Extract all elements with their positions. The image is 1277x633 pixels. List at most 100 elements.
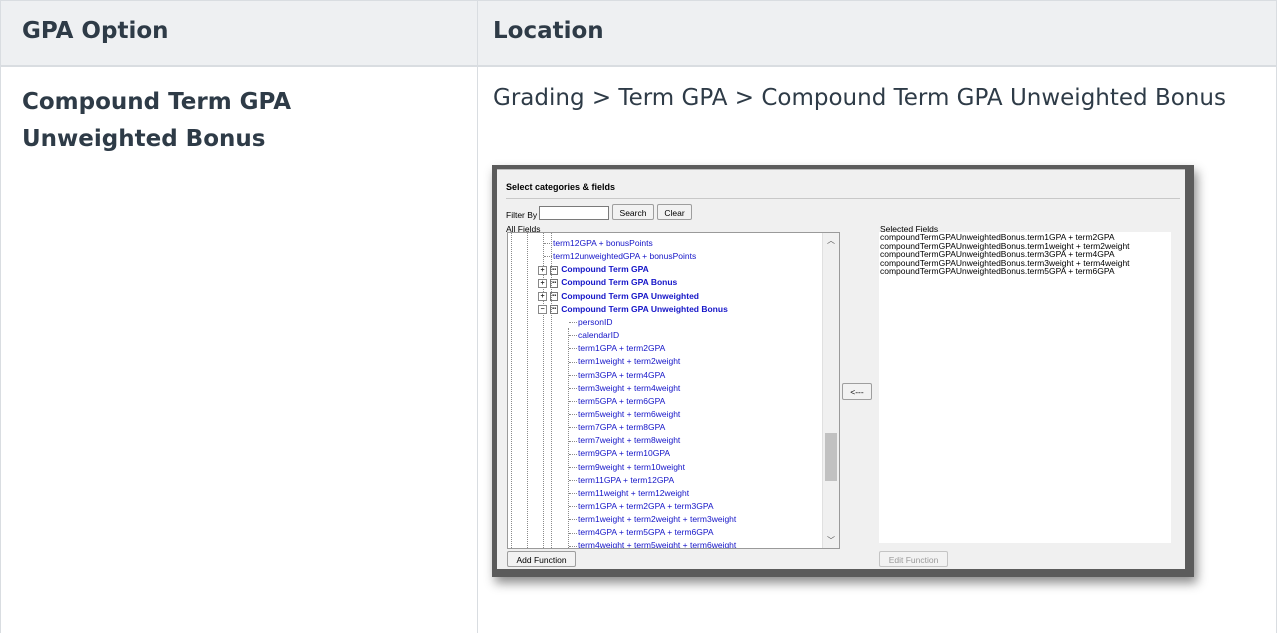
tree-field-item[interactable]: term1GPA + term2GPA [569, 342, 665, 355]
tree-connector [569, 493, 577, 495]
plus-box-icon[interactable]: + [538, 291, 547, 301]
tree-item-label: personID [578, 316, 613, 327]
dialog-divider [506, 198, 1180, 199]
tree-group-item[interactable]: + ▪▪ Compound Term GPA Bonus [538, 276, 677, 289]
tree-field-item[interactable]: term9weight + term10weight [569, 461, 685, 474]
tree-item-label: Compound Term GPA Bonus [561, 277, 678, 288]
tree-field-item[interactable]: term5GPA + term6GPA [569, 395, 665, 408]
tree-field-item[interactable]: calendarID [569, 329, 619, 342]
clear-button[interactable]: Clear [657, 204, 692, 220]
tree-item-label: term1GPA + term2GPA [578, 343, 666, 354]
add-function-button[interactable]: Add Function [507, 551, 576, 567]
selected-field-item[interactable]: compoundTermGPAUnweightedBonus.term5GPA … [880, 266, 1115, 276]
dialog-top-border [497, 169, 1185, 170]
gpa-option-cell: Compound Term GPA Unweighted Bonus [22, 89, 292, 152]
tree-field-item[interactable]: term12GPA + bonusPoints [544, 237, 653, 250]
location-cell: Grading > Term GPA > Compound Term GPA U… [493, 85, 1226, 111]
tree-connector [569, 401, 577, 403]
tree-item-label: Compound Term GPA Unweighted [561, 290, 699, 301]
tree-item-label: term12GPA + bonusPoints [553, 238, 653, 248]
tree-field-item[interactable]: term3weight + term4weight [569, 382, 680, 395]
tree-group-item[interactable]: + ▪▪ Compound Term GPA [538, 263, 649, 276]
scrollbar-thumb[interactable] [825, 433, 837, 481]
table-column-divider [477, 0, 478, 633]
table-border-left [0, 0, 1, 633]
tree-field-item[interactable]: term7GPA + term8GPA [569, 421, 665, 434]
tree-connector [569, 374, 577, 376]
tree-item-label: Compound Term GPA Unweighted Bonus [561, 303, 728, 314]
tree-field-item[interactable]: term9GPA + term10GPA [569, 447, 670, 460]
dialog-title: Select categories & fields [506, 182, 616, 192]
filter-label: Filter By [506, 210, 538, 220]
all-fields-tree[interactable]: term12GPA + bonusPoints term12unweightedG… [507, 232, 840, 549]
tree-group-item[interactable]: − ▪▪ Compound Term GPA Unweighted Bonus [538, 303, 728, 316]
tree-field-item[interactable]: term4weight + term5weight + term6weight [569, 539, 737, 549]
header-gpa-option: GPA Option [22, 18, 169, 44]
tree-field-item[interactable]: term11GPA + term12GPA [569, 474, 674, 487]
folder-icon: ▪▪ [550, 278, 559, 288]
tree-field-item[interactable]: term12unweightedGPA + bonusPoints [544, 250, 696, 263]
tree-field-item[interactable]: term5weight + term6weight [569, 408, 680, 421]
chevron-up-icon[interactable]: ︿ [827, 235, 835, 246]
tree-connector [544, 256, 552, 258]
tree-field-item[interactable]: term7weight + term8weight [569, 434, 680, 447]
tree-group-item[interactable]: + ▪▪ Compound Term GPA Unweighted [538, 290, 699, 303]
tree-connector [569, 453, 577, 455]
tree-field-item[interactable]: term3GPA + term4GPA [569, 369, 665, 382]
tree-field-item[interactable]: term4GPA + term5GPA + term6GPA [569, 526, 714, 539]
tree-item-label: term4GPA + term5GPA + term6GPA [578, 527, 714, 538]
tree-item-label: term7weight + term8weight [578, 435, 681, 446]
minus-box-icon[interactable]: − [538, 305, 547, 314]
tree-field-item[interactable]: term1weight + term2weight [569, 355, 680, 368]
folder-icon: ▪▪ [550, 265, 559, 275]
tree-item-label: term7GPA + term8GPA [578, 422, 666, 433]
tree-guide-line [511, 233, 512, 548]
tree-connector [544, 243, 552, 245]
tree-field-item[interactable]: term11weight + term12weight [569, 487, 689, 500]
tree-connector [569, 440, 577, 442]
plus-box-icon[interactable]: + [538, 278, 547, 288]
tree-item-label: term4weight + term5weight + term6weight [578, 540, 737, 549]
documentation-table: GPA Option Location Compound Term GPA Un… [0, 0, 1277, 633]
tree-connector [569, 361, 577, 363]
tree-item-label: term1GPA + term2GPA + term3GPA [578, 501, 714, 511]
tree-item-label: term5weight + term6weight [578, 408, 681, 419]
tree-item-label: term9weight + term10weight [578, 461, 686, 472]
edit-function-button: Edit Function [879, 551, 948, 567]
tree-item-label: term1weight + term2weight [578, 356, 681, 367]
tree-connector [569, 322, 577, 324]
tree-connector [569, 427, 577, 429]
tree-connector [569, 479, 577, 481]
table-header-row: GPA Option Location [0, 0, 1277, 67]
folder-icon: ▪▪ [550, 305, 559, 314]
tree-item-label: term11GPA + term12GPA [578, 474, 675, 485]
tree-guide-line [527, 233, 528, 548]
tree-item-label: term3GPA + term4GPA [578, 369, 666, 380]
tree-item-label: term11weight + term12weight [578, 487, 690, 498]
search-button[interactable]: Search [612, 204, 654, 220]
tree-connector [569, 348, 577, 350]
move-left-button[interactable]: <--- [842, 383, 872, 400]
tree-field-item[interactable]: term1GPA + term2GPA + term3GPA [569, 500, 714, 513]
tree-item-label: term12unweightedGPA + bonusPoints [553, 251, 697, 262]
tree-item-label: calendarID [578, 330, 620, 341]
embedded-screenshot: Select categories & fields Filter By Sea… [492, 165, 1194, 577]
tree-item-label: term9GPA + term10GPA [578, 448, 671, 459]
chevron-down-icon[interactable]: ﹀ [827, 535, 835, 546]
tree-item-label: term3weight + term4weight [578, 382, 681, 393]
tree-item-label: term1weight + term2weight + term3weight [578, 514, 737, 525]
tree-item-label: term5GPA + term6GPA [578, 395, 666, 406]
tree-connector [569, 387, 577, 389]
tree-scrollbar[interactable]: ︿ ﹀ [822, 233, 839, 548]
plus-box-icon[interactable]: + [538, 265, 547, 275]
tree-connector [569, 519, 577, 521]
tree-connector [569, 466, 577, 468]
tree-connector [569, 545, 577, 547]
tree-field-item[interactable]: term1weight + term2weight + term3weight [569, 513, 736, 526]
tree-connector [569, 506, 577, 508]
tree-field-item[interactable]: personID [569, 316, 613, 329]
selected-fields-list[interactable]: compoundTermGPAUnweightedBonus.term1GPA … [879, 232, 1171, 543]
tree-connector [569, 532, 577, 534]
filter-input[interactable] [539, 206, 609, 220]
header-location: Location [493, 18, 604, 44]
